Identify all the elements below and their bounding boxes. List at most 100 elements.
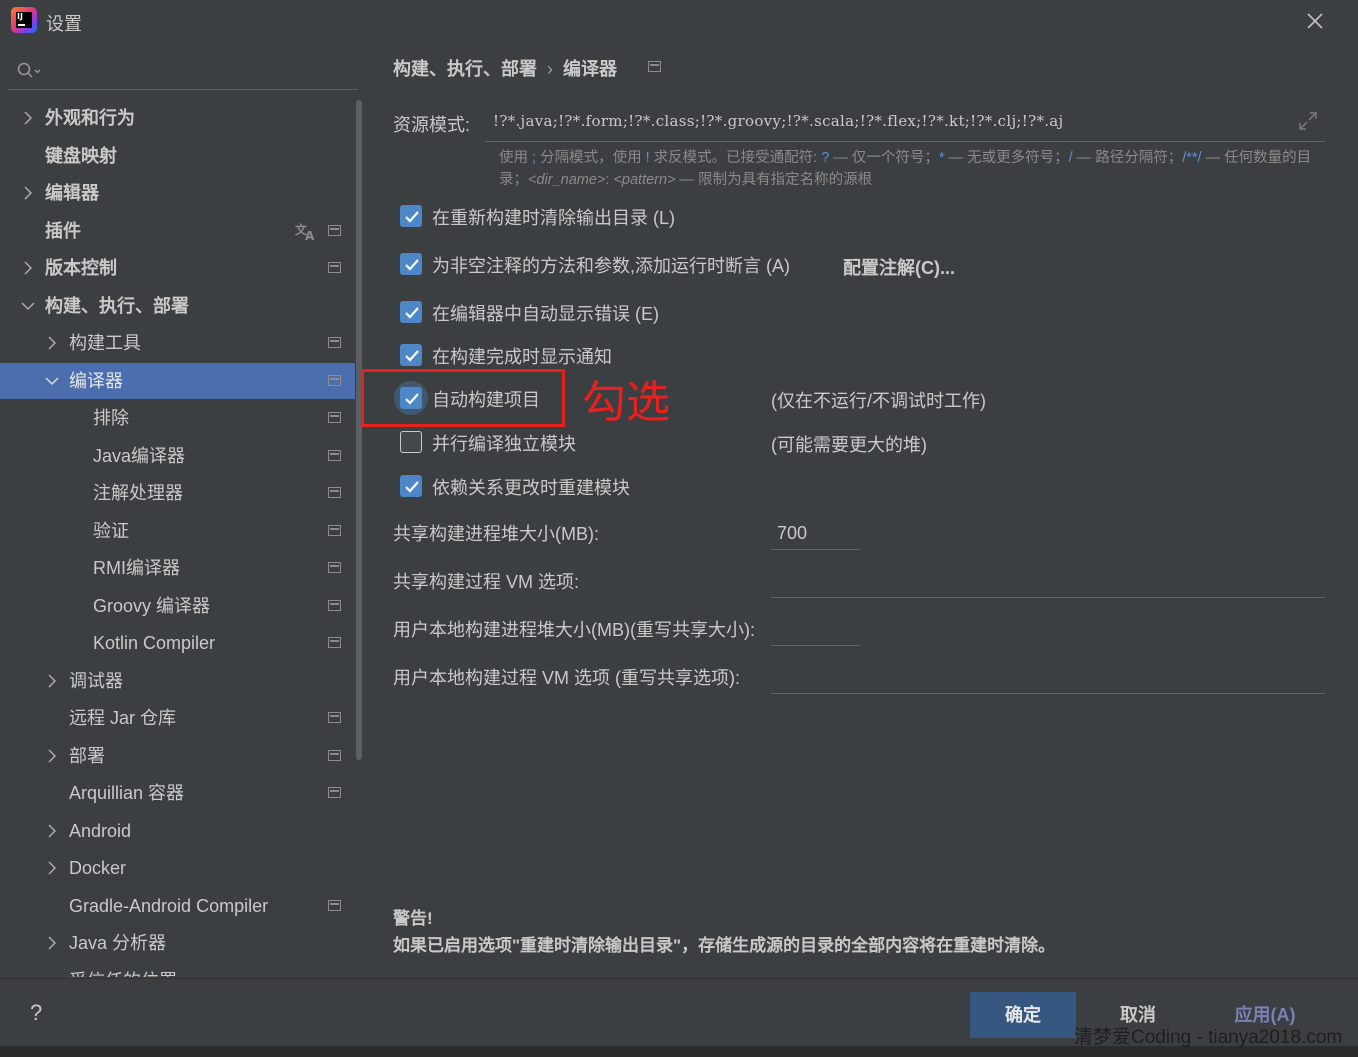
watermark: 清梦爱Coding - tianya2018.com [1074,1027,1343,1048]
chevron-right-icon[interactable] [44,925,60,961]
tree-item-java-profiler[interactable]: Java 分析器 [0,925,355,961]
checkbox-checked[interactable] [400,253,422,275]
user-vm-label: 用户本地构建过程 VM 选项 (重写共享选项): [393,668,740,688]
tree-item-groovy-compiler[interactable]: Groovy 编译器 [0,588,355,624]
shared-heap-field[interactable] [771,516,860,550]
chevron-right-icon[interactable] [44,813,60,849]
annotation-highlight-box [361,369,565,427]
tree-item-validation[interactable]: 验证 [0,513,355,549]
tree-item-plugins[interactable]: 插件 文 A [0,213,355,249]
tree-item-compiler[interactable]: 编译器 [0,363,355,399]
checkmark-icon [405,481,419,493]
checkmark-icon [405,307,419,319]
project-level-icon [328,412,341,423]
tree-item-deployment[interactable]: 部署 [0,738,355,774]
tree-item-kotlin-compiler[interactable]: Kotlin Compiler [0,625,355,661]
resource-patterns-field[interactable]: !?*.java;!?*.form;!?*.class;!?*.groovy;!… [485,104,1325,142]
shared-vm-field[interactable] [771,564,1325,598]
tree-item-build-tools[interactable]: 构建工具 [0,325,355,361]
intellij-logo-icon: IJ [11,7,37,33]
checkbox-checked[interactable] [400,475,422,497]
chevron-right-icon[interactable] [20,100,36,136]
project-level-icon [328,487,341,498]
shared-heap-input[interactable] [777,520,858,546]
user-heap-field[interactable] [771,612,860,646]
annotation-text: 勾选 [582,377,670,428]
sidebar-scrollbar[interactable] [356,100,362,760]
project-level-icon [328,450,341,461]
project-level-icon [328,637,341,648]
ok-button[interactable]: 确定 [970,992,1076,1038]
project-level-icon [328,600,341,611]
breadcrumb-parent[interactable]: 构建、执行、部署 [393,59,537,79]
tree-item-editor[interactable]: 编辑器 [0,175,355,211]
tree-item-gradle-android-compiler[interactable]: Gradle-Android Compiler [0,888,355,924]
tree-item-build-execution-deployment[interactable]: 构建、执行、部署 [0,288,355,324]
checkmark-icon [405,211,419,223]
settings-search[interactable] [8,52,358,90]
tree-item-annotation-processors[interactable]: 注解处理器 [0,475,355,511]
tree-item-android[interactable]: Android [0,813,355,849]
tree-item-debugger[interactable]: 调试器 [0,663,355,699]
checkbox-checked[interactable] [400,344,422,366]
chevron-right-icon[interactable] [20,250,36,286]
configure-annotations-button[interactable]: 配置注解(C)... [843,254,955,280]
user-heap-label: 用户本地构建进程堆大小(MB)(重写共享大小): [393,620,755,640]
footer-divider [0,978,1358,979]
shared-vm-label: 共享构建过程 VM 选项: [393,572,580,592]
project-level-icon [328,562,341,573]
user-vm-field[interactable] [771,660,1325,694]
project-level-icon [328,900,341,911]
tree-item-rmi-compiler[interactable]: RMI编译器 [0,550,355,586]
checkbox-checked[interactable] [400,301,422,323]
project-level-icon [328,337,341,348]
auto-build-hint: (仅在不运行/不调试时工作) [771,391,986,411]
project-level-icon [328,787,341,798]
breadcrumb-current: 编译器 [563,59,617,79]
tree-item-appearance[interactable]: 外观和行为 [0,100,355,136]
chevron-right-icon[interactable] [44,738,60,774]
user-heap-input[interactable] [777,616,858,642]
breadcrumb: 构建、执行、部署 › 编译器 [393,55,617,81]
chevron-right-icon[interactable] [44,663,60,699]
close-icon[interactable] [1301,7,1329,35]
tree-item-excludes[interactable]: 排除 [0,400,355,436]
shared-heap-label: 共享构建进程堆大小(MB): [393,524,599,544]
search-input[interactable] [48,58,348,84]
chevron-down-icon[interactable] [20,288,36,324]
settings-tree: 外观和行为 键盘映射 编辑器 插件 文 A 版本控制 构建、执行、部署 构建工具… [0,97,366,977]
search-icon [17,62,41,78]
tree-item-vcs[interactable]: 版本控制 [0,250,355,286]
chevron-right-icon[interactable] [44,850,60,886]
translate-icon: 文 A [295,222,315,241]
chevron-right-icon[interactable] [20,175,36,211]
warning-text: 如果已启用选项"重建时清除输出目录"，存储生成源的目录的全部内容将在重建时清除。 [393,936,1056,955]
expand-icon[interactable] [1297,110,1319,132]
tree-item-arquillian[interactable]: Arquillian 容器 [0,775,355,811]
svg-text:A: A [305,229,315,241]
chevron-right-icon[interactable] [44,325,60,361]
tree-item-remote-jar-repos[interactable]: 远程 Jar 仓库 [0,700,355,736]
project-level-icon [328,525,341,536]
user-vm-input[interactable] [777,664,1276,690]
help-button[interactable]: ? [30,1000,42,1026]
project-level-icon [328,712,341,723]
project-level-icon [648,61,661,72]
checkmark-icon [405,350,419,362]
tree-item-keymap[interactable]: 键盘映射 [0,138,355,174]
warning-message: 警告! 如果已启用选项"重建时清除输出目录"，存储生成源的目录的全部内容将在重建… [393,905,1055,959]
checkbox-checked[interactable] [400,205,422,227]
project-level-icon [328,750,341,761]
tree-item-java-compiler[interactable]: Java编译器 [0,438,355,474]
shared-vm-input[interactable] [777,568,1276,594]
resource-patterns-value[interactable]: !?*.java;!?*.form;!?*.class;!?*.groovy;!… [493,112,1064,130]
checkbox-unchecked[interactable] [400,431,422,453]
chevron-down-icon[interactable] [44,363,60,399]
project-level-icon [328,375,341,386]
project-level-icon [328,262,341,273]
parallel-compile-hint: (可能需要更大的堆) [771,435,927,455]
window-title: 设置 [46,14,82,34]
tree-item-trusted-locations[interactable]: 受信任的位置 [0,963,355,977]
resource-patterns-label: 资源模式: [393,115,471,135]
tree-item-docker[interactable]: Docker [0,850,355,886]
